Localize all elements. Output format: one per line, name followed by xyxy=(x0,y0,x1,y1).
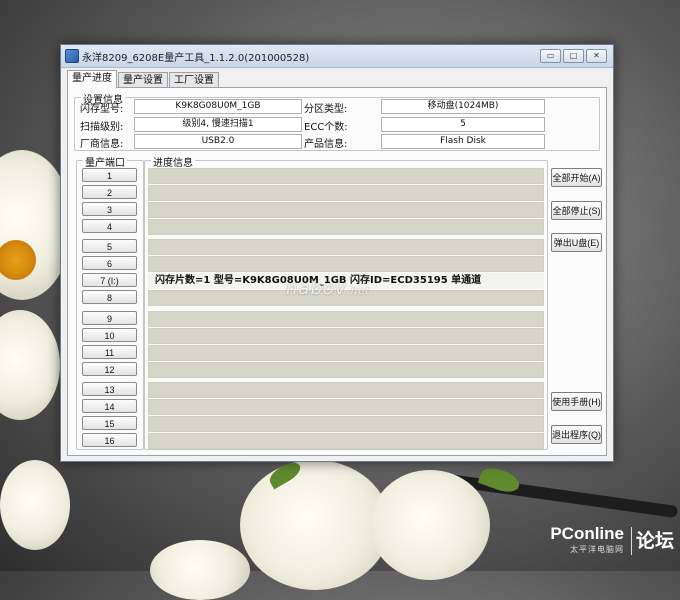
port-button-4[interactable]: 4 xyxy=(82,219,137,233)
partition-type-value: 移动盘(1024MB) xyxy=(381,99,545,114)
forum-label: 论坛 xyxy=(635,530,674,552)
progress-bar-port-16 xyxy=(148,433,544,449)
progress-bar-port-9 xyxy=(148,311,544,327)
background-blossom xyxy=(0,460,70,550)
ecc-count-label: ECC个数: xyxy=(304,122,348,133)
port-button-13[interactable]: 13 xyxy=(82,382,137,396)
port-button-15[interactable]: 15 xyxy=(82,416,137,430)
tab-panel: 设置信息 闪存型号: K9K8G08U0M_1GB 扫描级别: 级别4, 慢速扫… xyxy=(67,87,607,456)
port-button-12[interactable]: 12 xyxy=(82,362,137,376)
port-button-7[interactable]: 7 (I:) xyxy=(82,273,137,287)
port-button-9[interactable]: 9 xyxy=(82,311,137,325)
minimize-icon[interactable]: ▭ xyxy=(540,49,561,63)
port-button-16[interactable]: 16 xyxy=(82,433,137,447)
pconline-logo-subtext: 太平洋电脑网 xyxy=(570,545,624,554)
progress-bar-port-13 xyxy=(148,382,544,398)
progress-bar-port-5 xyxy=(148,239,544,255)
background-blossom xyxy=(150,540,250,600)
stop-all-button[interactable]: 全部停止(S) xyxy=(551,201,602,220)
progress-bar-port-2 xyxy=(148,185,544,201)
tab-production-progress[interactable]: 量产进度 xyxy=(67,70,117,88)
port-button-14[interactable]: 14 xyxy=(82,399,137,413)
window-controls: ▭ □ ✕ xyxy=(540,49,607,63)
ports-group-title: 量产端口 xyxy=(83,154,127,169)
progress-bar-port-6 xyxy=(148,256,544,272)
port-button-2[interactable]: 2 xyxy=(82,185,137,199)
background-blossom xyxy=(0,310,60,420)
app-window: 永洋8209_6208E量产工具_1.1.2.0(201000528) ▭ □ … xyxy=(60,44,614,462)
flash-model-value: K9K8G08U0M_1GB xyxy=(134,99,302,114)
tab-bar: 量产进度 量产设置 工厂设置 xyxy=(67,70,220,88)
port-button-3[interactable]: 3 xyxy=(82,202,137,216)
tab-production-settings[interactable]: 量产设置 xyxy=(118,72,168,88)
background-blossom xyxy=(370,470,490,580)
progress-bar-port-1 xyxy=(148,168,544,184)
partition-type-label: 分区类型: xyxy=(304,104,348,115)
pconline-logo: PConline 太平洋电脑网 xyxy=(550,524,624,555)
start-all-button[interactable]: 全部开始(A) xyxy=(551,168,602,187)
progress-bar-port-11 xyxy=(148,345,544,361)
pconline-logo-text: PConline xyxy=(550,524,624,543)
progress-bar-port-15 xyxy=(148,416,544,432)
port-button-11[interactable]: 11 xyxy=(82,345,137,359)
progress-bar-port-12 xyxy=(148,362,544,378)
progress-group-title: 进度信息 xyxy=(151,154,195,169)
progress-bar-port-3 xyxy=(148,202,544,218)
progress-bar-port-14 xyxy=(148,399,544,415)
title-bar[interactable]: 永洋8209_6208E量产工具_1.1.2.0(201000528) ▭ □ … xyxy=(61,45,613,68)
user-manual-button[interactable]: 使用手册(H) xyxy=(551,392,602,411)
port-button-6[interactable]: 6 xyxy=(82,256,137,270)
product-info-value: Flash Disk xyxy=(381,134,545,149)
progress-bar-port-4 xyxy=(148,219,544,235)
window-title: 永洋8209_6208E量产工具_1.1.2.0(201000528) xyxy=(82,52,310,64)
flash-model-label: 闪存型号: xyxy=(80,104,124,115)
port-button-1[interactable]: 1 xyxy=(82,168,137,182)
scan-level-label: 扫描级别: xyxy=(80,122,124,133)
maximize-icon[interactable]: □ xyxy=(563,49,584,63)
scan-level-value: 级别4, 慢速扫描1 xyxy=(134,117,302,132)
site-watermark: nabov.net xyxy=(286,278,370,299)
app-icon xyxy=(65,49,79,63)
progress-bar-port-10 xyxy=(148,328,544,344)
port-button-8[interactable]: 8 xyxy=(82,290,137,304)
port-button-5[interactable]: 5 xyxy=(82,239,137,253)
ecc-count-value: 5 xyxy=(381,117,545,132)
vendor-label: 厂商信息: xyxy=(80,139,124,150)
tab-factory-settings[interactable]: 工厂设置 xyxy=(169,72,219,88)
port-button-10[interactable]: 10 xyxy=(82,328,137,342)
watermark-text: nabov xyxy=(286,278,347,299)
vendor-value: USB2.0 xyxy=(134,134,302,149)
product-info-label: 产品信息: xyxy=(304,139,348,150)
exit-program-button[interactable]: 退出程序(Q) xyxy=(551,425,602,444)
logo-divider xyxy=(631,527,632,555)
eject-udisk-button[interactable]: 弹出U盘(E) xyxy=(551,233,602,252)
watermark-suffix: .net xyxy=(346,286,371,297)
close-icon[interactable]: ✕ xyxy=(586,49,607,63)
